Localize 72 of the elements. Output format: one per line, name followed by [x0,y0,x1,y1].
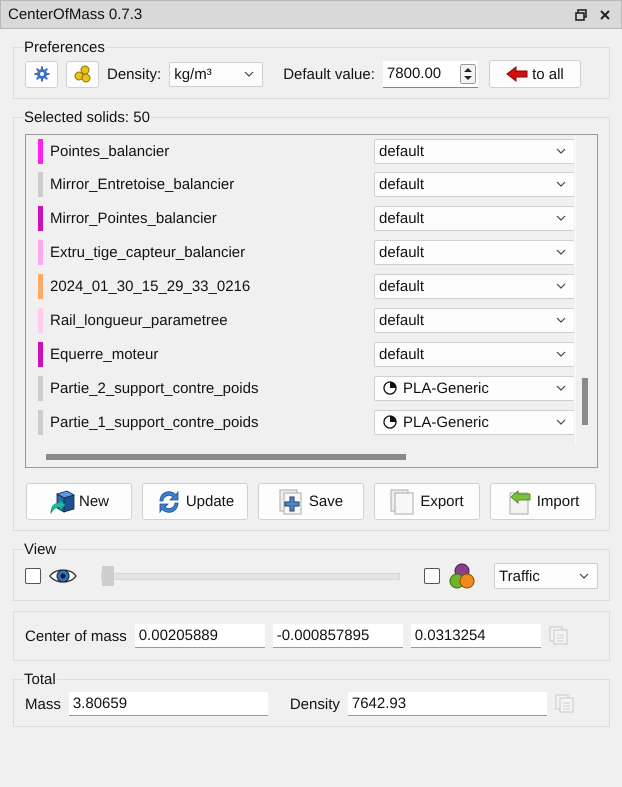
pie-chart-icon [383,381,397,395]
density-field[interactable]: 7642.93 [348,692,547,716]
spin-arrows-icon [460,64,476,84]
material-dropdown[interactable]: default [374,274,574,298]
group-title: Total [23,671,57,688]
cube-icon [48,490,75,514]
action-button[interactable]: Export [374,483,480,520]
solid-name: Rail_longueur_parametree [49,312,229,328]
material-dropdown[interactable]: default [374,342,574,366]
coordinate-field[interactable]: 0.0313254 [410,624,541,648]
material-dropdown[interactable]: PLA-Generic [374,410,574,434]
chevron-down-icon [244,71,254,77]
action-button[interactable]: Save [258,483,364,520]
material-dropdown[interactable]: PLA-Generic [374,376,574,400]
center-of-mass-label: Center of mass [25,628,127,644]
chevron-down-icon [556,215,566,221]
density-label: Density: [107,66,162,82]
chevron-down-icon [556,385,566,391]
chevron-down-icon [556,419,566,425]
material-dropdown[interactable]: default [374,138,574,164]
scrollbar-thumb[interactable] [582,378,588,425]
materials-button[interactable] [66,60,99,88]
material-dropdown[interactable]: default [374,206,574,230]
action-button[interactable]: Update [142,483,248,520]
group-title: View [23,541,58,558]
checkbox[interactable] [424,568,440,584]
chevron-down-icon [556,148,566,154]
group-title: Selected solids: 50 [23,109,151,126]
scrollbar-thumb[interactable] [46,454,406,460]
material-dropdown[interactable]: default [374,240,574,264]
coordinate-field[interactable]: 0.00205889 [134,624,265,648]
pages-icon [390,488,416,514]
checkbox[interactable] [25,568,41,584]
colored-spheres-icon [448,562,476,590]
window-title: CenterOfMass 0.7.3 [8,6,142,23]
chevron-down-icon [556,351,566,357]
group-title: Preferences [23,39,106,56]
action-button[interactable]: New [26,483,132,520]
action-button[interactable]: Import [490,483,596,520]
chevron-down-icon [556,283,566,289]
pie-chart-icon [383,415,397,429]
mass-field[interactable]: 3.80659 [68,692,268,716]
color-scheme-dropdown[interactable]: Traffic [494,563,598,589]
chevron-down-icon [556,249,566,255]
solid-name: Equerre_moteur [49,346,160,362]
restore-icon[interactable] [575,8,587,20]
close-icon[interactable] [599,8,611,20]
solid-name: Partie_1_support_contre_poids [49,414,260,430]
chevron-down-icon [556,317,566,323]
solid-name: Extru_tige_capteur_balancier [49,244,246,260]
settings-button[interactable] [25,60,58,88]
solid-name: Pointes_balancier [49,142,170,160]
to-all-button[interactable]: to all [488,60,581,88]
solid-name: Mirror_Pointes_balancier [49,210,218,226]
default-value-label: Default value: [283,66,375,82]
density-label: Density [290,696,340,712]
chevron-down-icon [579,573,589,579]
solid-name: Mirror_Entretoise_balancier [49,176,236,192]
solid-name: Partie_2_support_contre_poids [49,380,260,396]
left-arrow-icon [506,66,528,82]
spheres-icon [72,65,92,83]
slider-thumb[interactable] [102,566,114,586]
settings-icon [34,66,50,82]
solid-name: 2024_01_30_15_29_33_0216 [49,278,252,294]
default-value-spinbox[interactable]: 7800.00 [382,60,478,88]
mass-label: Mass [25,696,61,712]
material-dropdown[interactable]: default [374,308,574,332]
chevron-down-icon [556,181,566,187]
material-dropdown[interactable]: default [374,172,574,196]
unit-dropdown[interactable]: kg/m³ [169,62,264,86]
coordinate-field[interactable]: -0.000857895 [272,624,403,648]
page-arrow-icon [506,488,533,514]
